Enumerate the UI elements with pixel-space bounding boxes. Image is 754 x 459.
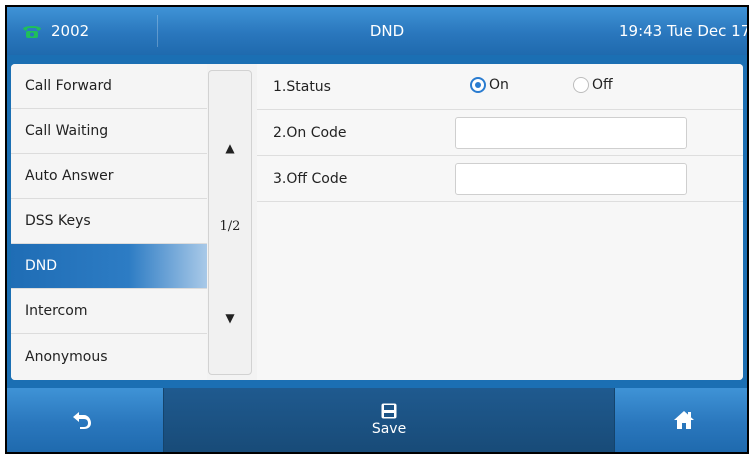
off-code-label: 3.Off Code	[273, 171, 348, 187]
content-panel: Call Forward Call Waiting Auto Answer DS…	[11, 64, 743, 380]
line-indicator[interactable]: 2002	[7, 7, 157, 55]
off-code-input[interactable]	[455, 163, 687, 195]
page-up-icon[interactable]: ▲	[209, 141, 251, 155]
status-off-label: Off	[592, 77, 613, 93]
menu-item-call-forward[interactable]: Call Forward	[11, 64, 207, 109]
menu-item-auto-answer[interactable]: Auto Answer	[11, 154, 207, 199]
back-button[interactable]	[7, 388, 157, 452]
softkey-bar: Save	[7, 388, 747, 452]
on-code-label: 2.On Code	[273, 125, 347, 141]
feature-menu: Call Forward Call Waiting Auto Answer DS…	[11, 64, 207, 380]
home-button[interactable]	[621, 388, 747, 452]
phone-screen: 2002 DND 19:43 Tue Dec 17 Call Forward C…	[5, 5, 749, 454]
phone-icon	[23, 26, 41, 38]
status-row: 1.Status On Off	[257, 64, 743, 110]
status-on-radio[interactable]: On	[470, 77, 509, 93]
back-arrow-icon	[73, 412, 91, 429]
menu-item-dss-keys[interactable]: DSS Keys	[11, 199, 207, 244]
status-bar-divider	[157, 15, 158, 47]
menu-item-dnd[interactable]: DND	[11, 244, 207, 289]
line-number: 2002	[51, 22, 90, 40]
menu-item-intercom[interactable]: Intercom	[11, 289, 207, 334]
floppy-disk-icon	[381, 403, 397, 419]
page-scroller: ▲ 1/2 ▼	[208, 70, 252, 375]
status-off-radio[interactable]: Off	[573, 77, 613, 93]
page-indicator: 1/2	[219, 219, 241, 234]
home-icon	[674, 411, 694, 429]
page-down-icon[interactable]: ▼	[209, 311, 251, 325]
save-button[interactable]: Save	[163, 388, 615, 452]
radio-selected-icon	[470, 77, 486, 93]
on-code-input[interactable]	[455, 117, 687, 149]
status-bar: 2002 DND 19:43 Tue Dec 17	[7, 7, 747, 55]
menu-item-call-waiting[interactable]: Call Waiting	[11, 109, 207, 154]
off-code-row: 3.Off Code	[257, 156, 743, 202]
save-label: Save	[371, 421, 407, 437]
dnd-settings: 1.Status On Off 2.On Code 3.Off Code	[257, 64, 743, 380]
date-time: 19:43 Tue Dec 17	[619, 22, 749, 40]
menu-item-anonymous[interactable]: Anonymous	[11, 334, 207, 379]
status-on-label: On	[489, 77, 509, 93]
radio-unselected-icon	[573, 77, 589, 93]
on-code-row: 2.On Code	[257, 110, 743, 156]
status-label: 1.Status	[273, 79, 331, 95]
page-title: DND	[369, 22, 405, 40]
